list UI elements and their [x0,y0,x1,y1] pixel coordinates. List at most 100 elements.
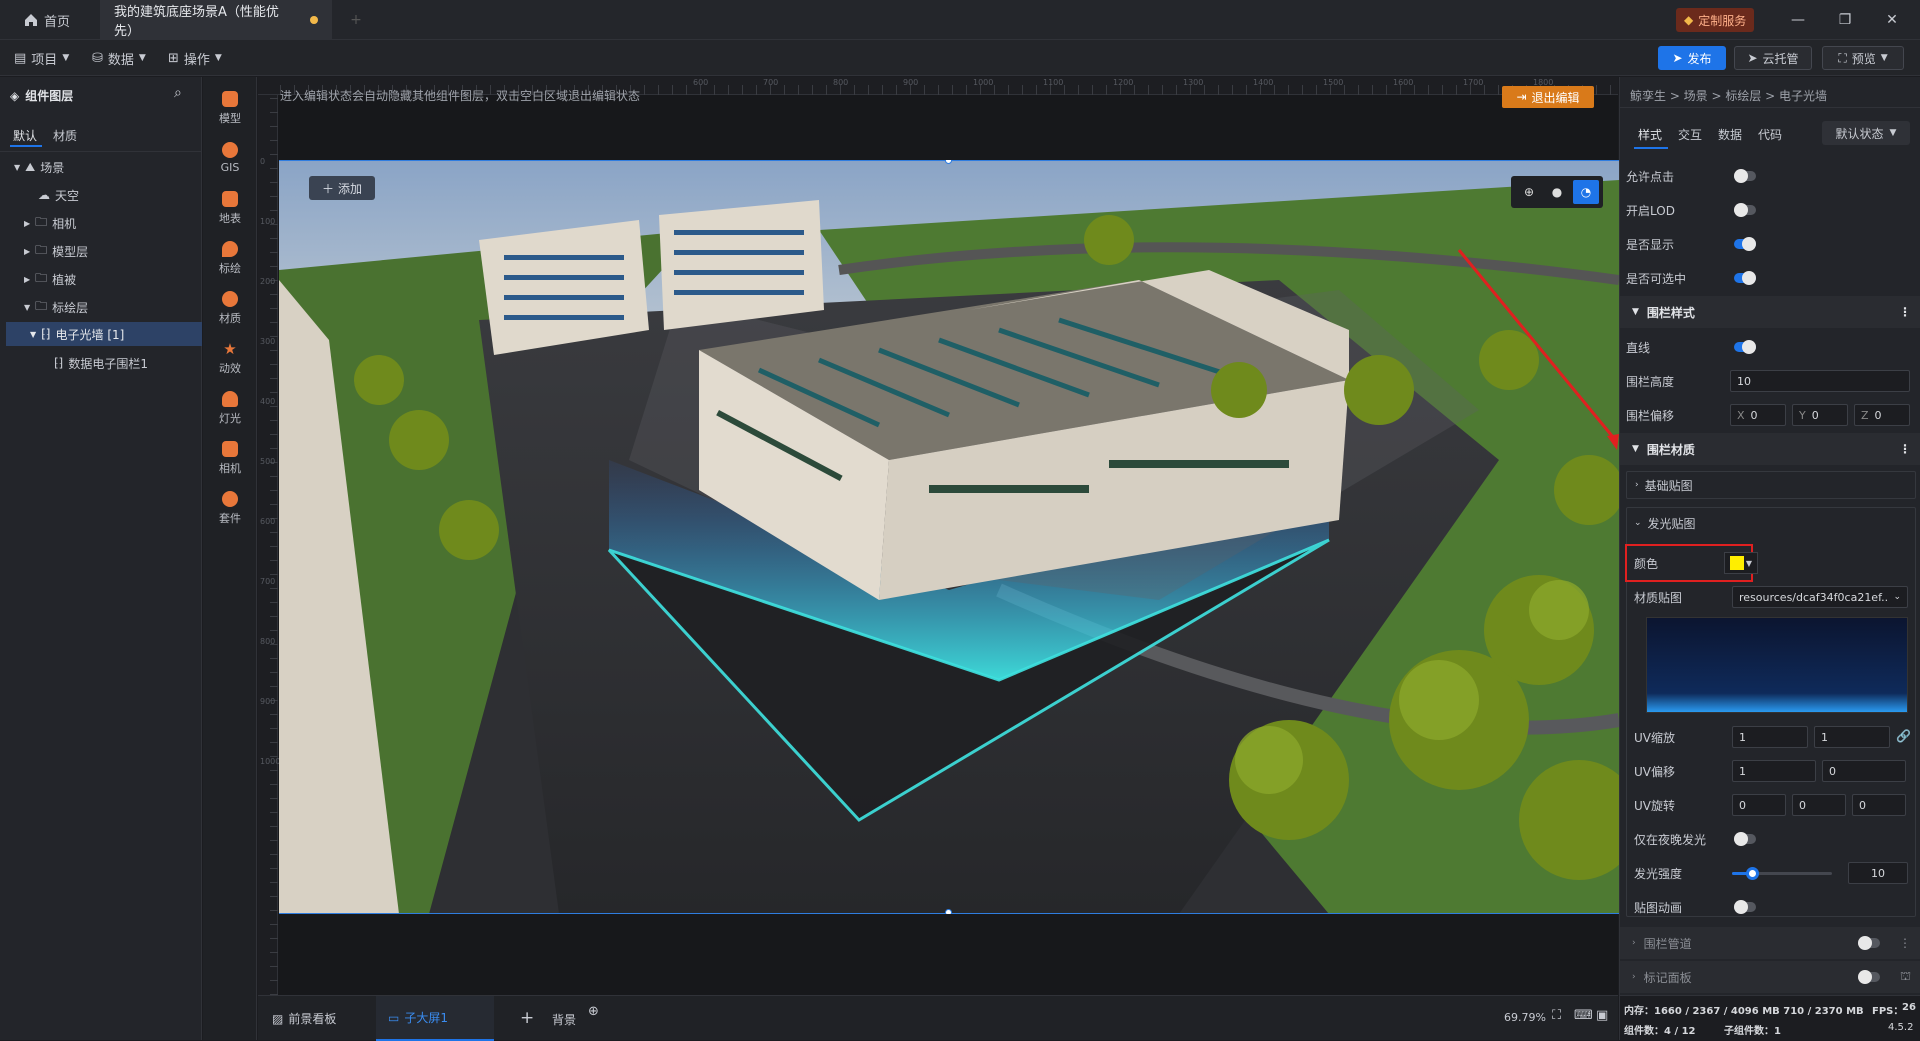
tex-anim-toggle[interactable] [1734,900,1756,914]
more-icon[interactable]: ⋮ [1899,442,1911,456]
intensity-slider[interactable] [1732,867,1832,880]
section-fence-style[interactable]: ▼ 围栏样式 ⋮ [1620,296,1920,328]
uv-offset-v-input[interactable]: 0 [1822,760,1906,782]
tab-default[interactable]: 默认 [13,127,37,144]
close-icon[interactable]: ✕ [1882,10,1902,30]
terminal-icon[interactable]: ▣ [1596,1008,1608,1023]
status-panel: 内存：1660 / 2367 / 4096 MB 710 / 2370 MB F… [1620,995,1920,1040]
add-button[interactable]: ＋添加 [309,176,375,200]
uv-rot-a-input[interactable]: 0 [1732,794,1786,816]
section-fence-material[interactable]: ▼ 围栏材质 ⋮ [1620,433,1920,465]
tab-front-board[interactable]: ▨ 前景看板 [264,996,344,1041]
new-tab-icon[interactable]: + [346,10,366,30]
menu-operate[interactable]: ⊞ 操作 ▼ [168,48,222,68]
lock-icon[interactable]: ⛫ [1900,969,1911,985]
more-icon[interactable]: ⋮ [1899,305,1911,319]
tree-item-camera[interactable]: ▶ 🗀 相机 [24,211,76,235]
fit-screen-icon[interactable]: ⛶ [1552,1008,1561,1023]
globe-view-icon[interactable]: ⊕ [1517,182,1541,202]
offset-y-input[interactable]: Y0 [1792,404,1848,426]
tab-sub-screen[interactable]: ▭ 子大屏1 [376,996,494,1041]
more-icon[interactable]: ⋮ [1899,936,1911,950]
send-icon: ➤ [1747,51,1758,65]
tool-gis[interactable]: GIS [203,133,257,183]
zoom-level[interactable]: 69.79% [1504,1011,1546,1024]
intensity-input[interactable]: 10 [1848,862,1908,884]
uv-offset-u-input[interactable]: 1 [1732,760,1816,782]
ruler-label: 1300 [1183,78,1204,87]
tool-kit[interactable]: 套件 [203,483,257,533]
tool-effect[interactable]: ★ 动效 [203,333,257,383]
tool-light[interactable]: 灯光 [203,383,257,433]
orbit-view-icon[interactable]: ◔ [1573,180,1599,204]
camera-icon [222,440,238,457]
tool-model[interactable]: 模型 [203,83,257,133]
tree-item-vegetation[interactable]: ▶ 🗀 植被 [24,267,76,291]
base-texture-toggle[interactable]: › 基础贴图 [1626,471,1916,499]
menu-data[interactable]: ⛁ 数据 ▼ [92,48,146,68]
tab-data[interactable]: 数据 [1718,126,1742,143]
intensity-knob[interactable] [1746,867,1759,880]
section-marker-panel[interactable]: › 标记面板 ⛫ [1620,961,1920,993]
tool-material[interactable]: 材质 [203,283,257,333]
lod-toggle[interactable] [1734,203,1756,217]
resize-handle[interactable] [945,909,952,914]
custom-service-button[interactable]: ◆ 定制服务 [1676,8,1755,32]
tool-camera[interactable]: 相机 [203,433,257,483]
tree-item-scene[interactable]: ▼ ⛰ 场景 [14,155,64,179]
visible-toggle[interactable] [1734,237,1756,251]
tree-item-light-wall[interactable]: ▼ ⁅⁆ 电子光墙 [1] [6,322,202,346]
cloud-button[interactable]: ➤ 云托管 [1734,46,1812,70]
uv-rot-c-input[interactable]: 0 [1852,794,1906,816]
state-select[interactable]: 默认状态 ▼ [1822,121,1910,145]
tree-item-model-layer[interactable]: ▶ 🗀 模型层 [24,239,88,263]
tab-material[interactable]: 材质 [53,127,77,144]
tab-interaction[interactable]: 交互 [1678,126,1702,143]
tree-item-fence[interactable]: ⁅⁆ 数据电子围栏1 [54,351,148,375]
sphere-view-icon[interactable]: ● [1545,182,1569,202]
restore-icon[interactable]: ❐ [1835,10,1855,30]
tab-style[interactable]: 样式 [1638,126,1662,143]
star-icon: ★ [223,339,237,358]
night-only-toggle[interactable] [1734,832,1756,846]
menu-project[interactable]: ▤ 项目 ▼ [14,48,69,68]
tab-document[interactable]: 我的建筑底座场景A（性能优先） [100,0,332,40]
search-icon[interactable]: ⌕ [174,85,182,101]
uv-scale-u-input[interactable]: 1 [1732,726,1808,748]
texture-select[interactable]: resources/dcaf34f0ca21ef... ⌄ [1732,586,1908,608]
marker-toggle[interactable] [1858,970,1880,984]
keyboard-icon[interactable]: ⌨ [1574,1008,1593,1023]
ruler-label: 1200 [1113,78,1134,87]
monitor-icon: ▭ [388,1010,400,1025]
divider [0,151,202,152]
uv-rot-b-input[interactable]: 0 [1792,794,1846,816]
link-icon[interactable]: 🔗 [1896,729,1911,743]
publish-button[interactable]: ➤ 发布 [1658,46,1726,70]
glow-texture-toggle[interactable]: ⌄ 发光贴图 [1626,509,1912,537]
add-screen-icon[interactable]: + [520,1008,534,1028]
tree-item-marker-layer[interactable]: ▼ 🗀 标绘层 [24,295,88,319]
tool-marker[interactable]: 标绘 [203,233,257,283]
ruler-label: 1600 [1393,78,1414,87]
preview-button[interactable]: ⛶ 预览 ▼ [1822,46,1904,70]
offset-z-input[interactable]: Z0 [1854,404,1910,426]
scene-viewport[interactable]: ＋添加 ⊕ ● ◔ [279,160,1619,914]
texture-preview[interactable] [1646,617,1908,713]
minimize-icon[interactable]: — [1788,10,1808,30]
straight-toggle[interactable] [1734,340,1756,354]
color-picker[interactable]: ▼ [1724,552,1758,574]
add-circle-icon[interactable]: ⊕ [588,1004,599,1019]
pipe-toggle[interactable] [1858,936,1880,950]
uv-scale-v-input[interactable]: 1 [1814,726,1890,748]
offset-x-input[interactable]: X0 [1730,404,1786,426]
fence-height-input[interactable]: 10 [1730,370,1910,392]
selectable-toggle[interactable] [1734,271,1756,285]
tab-code[interactable]: 代码 [1758,126,1782,143]
exit-edit-button[interactable]: ⇥ 退出编辑 [1502,86,1594,108]
tab-home[interactable]: 首页 [10,0,84,40]
section-fence-pipe[interactable]: › 围栏管道 ⋮ [1620,927,1920,959]
tree-item-sky[interactable]: ☁ 天空 [38,183,79,207]
allow-click-toggle[interactable] [1734,169,1756,183]
tab-background[interactable]: 背景 [552,1011,576,1028]
tool-terrain[interactable]: 地表 [203,183,257,233]
